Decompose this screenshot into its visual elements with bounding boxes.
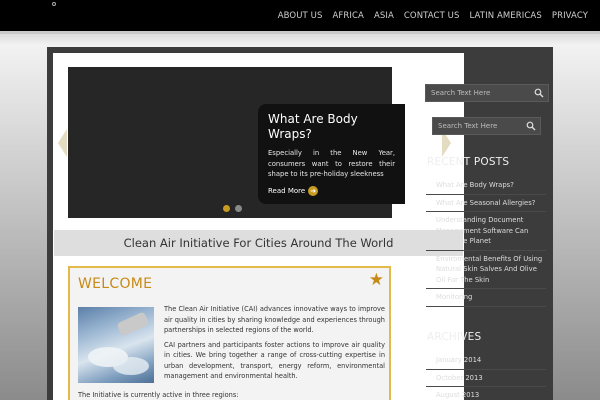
nav-privacy[interactable]: PRIVACY bbox=[547, 11, 600, 21]
read-more-label: Read More bbox=[268, 186, 306, 195]
slide-excerpt: Especially in the New Year, consumers wa… bbox=[268, 149, 395, 178]
slider-prev-arrow-icon[interactable] bbox=[58, 129, 67, 157]
read-more-link[interactable]: Read More ➜ bbox=[268, 185, 395, 196]
main-nav: ABOUT US AFRICA ASIA CONTACT US LATIN AM… bbox=[273, 0, 600, 31]
sky-hand-image bbox=[78, 307, 154, 383]
recent-posts-list: What Are Body Wraps? What Are Seasonal A… bbox=[426, 177, 546, 307]
archives-list: January 2014 October 2013 August 2013 bbox=[426, 352, 546, 400]
main-content: What Are Body Wraps? Especially in the N… bbox=[53, 53, 464, 400]
slider-dot-2[interactable] bbox=[235, 205, 242, 212]
header-divider bbox=[0, 31, 600, 34]
nav-asia[interactable]: ASIA bbox=[369, 11, 399, 21]
slide-title[interactable]: What Are Body Wraps? bbox=[268, 112, 395, 142]
top-bar: ABOUT US AFRICA ASIA CONTACT US LATIN AM… bbox=[0, 0, 600, 31]
slider-dot-1[interactable] bbox=[223, 205, 230, 212]
star-icon: ★ bbox=[368, 270, 384, 290]
archive-item[interactable]: January 2014 bbox=[426, 352, 546, 370]
featured-slider: What Are Body Wraps? Especially in the N… bbox=[68, 67, 405, 218]
search-icon[interactable] bbox=[526, 121, 536, 131]
logo[interactable] bbox=[52, 2, 56, 6]
search-input-2[interactable]: Search Text Here bbox=[432, 117, 541, 135]
welcome-title: WELCOME bbox=[78, 276, 153, 292]
recent-posts-heading: RECENT POSTS bbox=[427, 156, 510, 168]
nav-contact-us[interactable]: CONTACT US bbox=[399, 11, 465, 21]
welcome-box: WELCOME ★ The Clean Air Initiative (CAI)… bbox=[68, 266, 391, 400]
search-input-1[interactable]: Search Text Here bbox=[425, 84, 549, 102]
archive-item[interactable]: August 2013 bbox=[426, 387, 546, 400]
recent-post-item[interactable]: What Are Seasonal Allergies? bbox=[426, 195, 546, 212]
arrow-circle-icon: ➜ bbox=[308, 185, 319, 196]
slider-pagination bbox=[223, 205, 242, 212]
search-icon[interactable] bbox=[534, 88, 544, 98]
archives-heading: ARCHIVES bbox=[427, 331, 482, 343]
nav-about-us[interactable]: ABOUT US bbox=[273, 11, 328, 21]
welcome-paragraph-2: CAI partners and participants foster act… bbox=[164, 340, 385, 381]
recent-post-item[interactable]: Monitoring bbox=[426, 289, 546, 307]
recent-post-item[interactable]: Understanding Document Management Softwa… bbox=[426, 212, 546, 251]
search-placeholder-2: Search Text Here bbox=[438, 122, 498, 130]
welcome-paragraph-1: The Clean Air Initiative (CAI) advances … bbox=[164, 305, 385, 334]
nav-africa[interactable]: AFRICA bbox=[327, 11, 368, 21]
search-placeholder-1: Search Text Here bbox=[431, 89, 491, 97]
recent-post-item[interactable]: What Are Body Wraps? bbox=[426, 177, 546, 195]
welcome-footer-text: The Initiative is currently active in th… bbox=[78, 391, 239, 399]
page-title: Clean Air Initiative For Cities Around T… bbox=[54, 230, 463, 256]
welcome-body: The Clean Air Initiative (CAI) advances … bbox=[164, 304, 385, 386]
archive-item[interactable]: October 2013 bbox=[426, 370, 546, 387]
recent-post-item[interactable]: Enviromental Benefits Of Using Natural S… bbox=[426, 251, 546, 289]
slide-caption: What Are Body Wraps? Especially in the N… bbox=[258, 104, 405, 204]
nav-latin-americas[interactable]: LATIN AMERICAS bbox=[465, 11, 547, 21]
